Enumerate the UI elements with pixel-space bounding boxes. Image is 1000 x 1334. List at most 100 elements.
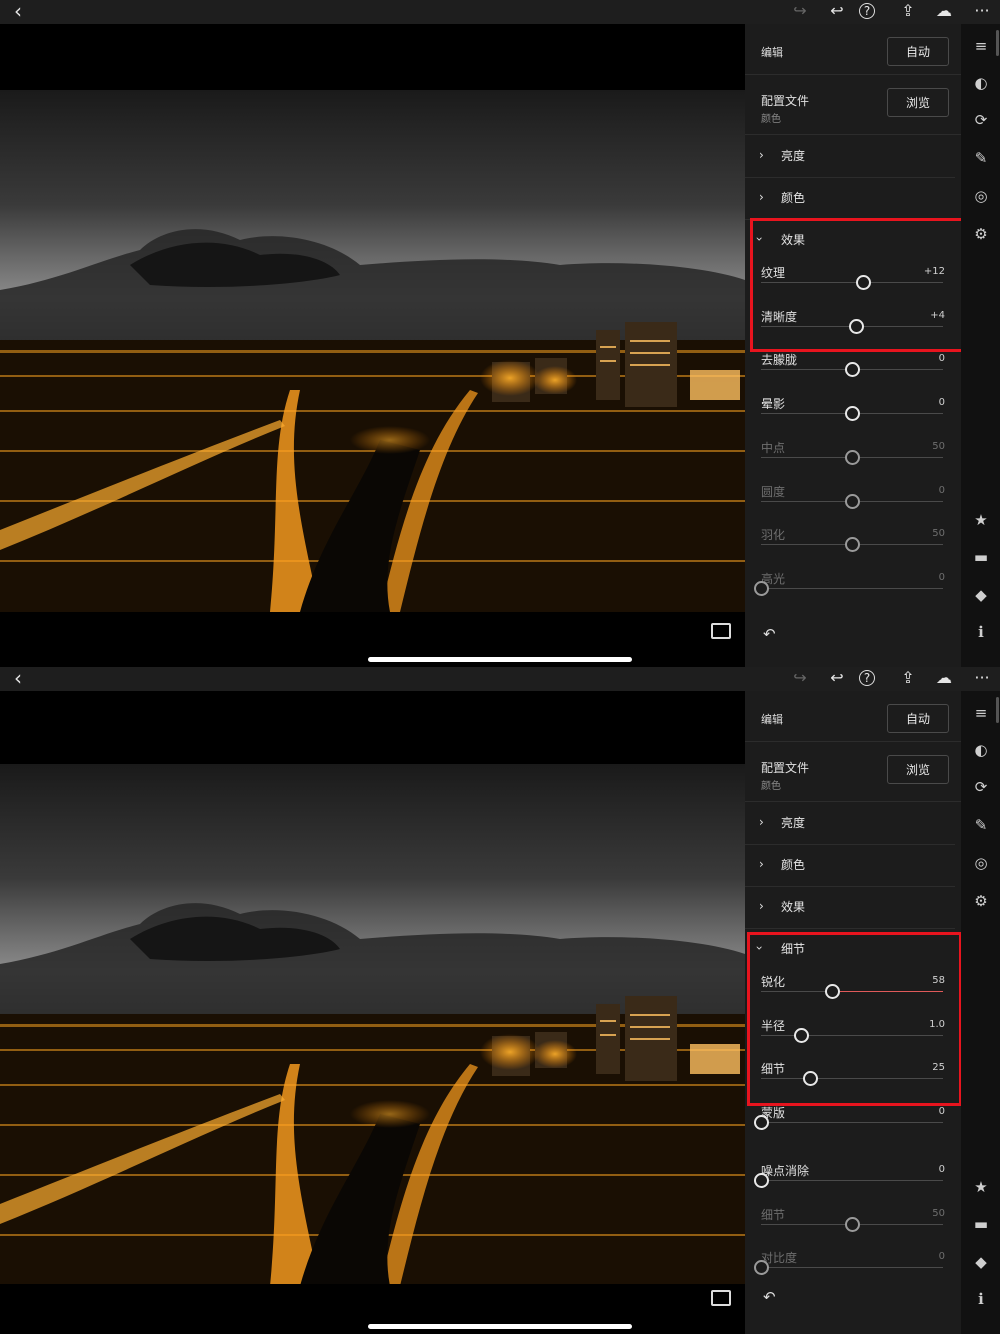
slider-thumb[interactable]	[754, 580, 769, 596]
redo-icon[interactable]: ↪	[788, 1, 812, 21]
slider-row: 噪点消除 0	[745, 1162, 961, 1206]
cloud-sync-icon[interactable]: ☁	[932, 668, 956, 688]
slider-thumb[interactable]	[845, 362, 860, 378]
screen-detail: ‹ ↪ ↩ ? ⇪ ☁ ··· 编辑 自动 配置文件 颜色 浏览 › 亮度 › …	[0, 667, 1000, 1334]
slider-track[interactable]	[761, 1216, 943, 1232]
slider-track[interactable]	[754, 1115, 943, 1131]
slider-thumb[interactable]	[845, 406, 860, 422]
slider-track[interactable]	[761, 493, 943, 509]
back-icon[interactable]: ‹	[6, 668, 30, 688]
slider-track[interactable]	[761, 537, 943, 553]
more-icon[interactable]: ···	[970, 1, 994, 21]
profile-row[interactable]: 配置文件 颜色 浏览	[745, 742, 961, 802]
tag-icon[interactable]: ◆	[971, 585, 991, 605]
auto-button[interactable]: 自动	[887, 704, 949, 733]
slider-label: 中点	[761, 440, 786, 455]
chevron-right-icon: ›	[759, 190, 764, 204]
compare-icon[interactable]	[711, 623, 731, 639]
chevron-right-icon: ›	[759, 899, 764, 913]
photo-canvas[interactable]	[0, 691, 745, 1334]
adjust-icon[interactable]: ≡	[971, 36, 991, 56]
slider-track[interactable]	[761, 362, 943, 378]
presets-icon[interactable]: ◐	[971, 73, 991, 93]
info-icon[interactable]: ℹ	[971, 622, 991, 642]
home-indicator	[368, 1324, 632, 1329]
slider-track[interactable]	[754, 1260, 943, 1276]
tag-icon[interactable]: ◆	[971, 1252, 991, 1272]
comment-icon[interactable]: ▬	[971, 547, 991, 567]
slider-thumb[interactable]	[754, 1172, 769, 1188]
slider-value[interactable]: 50	[932, 1208, 945, 1219]
slider-thumb[interactable]	[845, 449, 860, 465]
compare-icon[interactable]	[711, 1290, 731, 1306]
more-icon[interactable]: ···	[970, 668, 994, 688]
profile-value: 颜色	[761, 114, 781, 125]
chevron-right-icon: ›	[759, 815, 764, 829]
info-icon[interactable]: ℹ	[971, 1289, 991, 1309]
undo-icon[interactable]: ↩	[825, 668, 849, 688]
slider-value[interactable]: 0	[939, 397, 945, 408]
presets-icon[interactable]: ◐	[971, 740, 991, 760]
cloud-sync-icon[interactable]: ☁	[932, 1, 956, 21]
profile-label: 配置文件	[761, 94, 810, 108]
section-light[interactable]: › 亮度	[745, 135, 955, 178]
redo-icon[interactable]: ↪	[788, 668, 812, 688]
browse-button[interactable]: 浏览	[887, 88, 949, 117]
section-effects-label: 效果	[781, 900, 806, 914]
slider-row: 去朦胧 0	[745, 351, 961, 395]
rail-scrollbar[interactable]	[996, 697, 999, 723]
slider-thumb[interactable]	[845, 1216, 860, 1232]
reset-icon[interactable]: ↶	[763, 1288, 776, 1306]
slider-value[interactable]: 50	[932, 441, 945, 452]
slider-track[interactable]	[761, 406, 943, 422]
reset-icon[interactable]: ↶	[763, 625, 776, 643]
edit-label: 编辑	[761, 46, 783, 59]
share-icon[interactable]: ⇪	[896, 1, 920, 21]
back-icon[interactable]: ‹	[6, 1, 30, 21]
slider-track[interactable]	[754, 1172, 943, 1188]
rating-icon[interactable]: ★	[971, 1177, 991, 1197]
slider-value[interactable]: 0	[939, 1106, 945, 1117]
healing-icon[interactable]: ✎	[971, 148, 991, 168]
section-effects[interactable]: › 效果	[745, 886, 955, 929]
section-light[interactable]: › 亮度	[745, 802, 955, 845]
auto-button[interactable]: 自动	[887, 37, 949, 66]
slider-value[interactable]: 50	[932, 528, 945, 539]
browse-button[interactable]: 浏览	[887, 755, 949, 784]
healing-icon[interactable]: ✎	[971, 815, 991, 835]
undo-icon[interactable]: ↩	[825, 1, 849, 21]
slider-label: 羽化	[761, 528, 786, 543]
help-icon[interactable]: ?	[859, 3, 875, 19]
crop-icon[interactable]: ⟳	[971, 777, 991, 797]
rating-icon[interactable]: ★	[971, 510, 991, 530]
slider-label: 晕影	[761, 397, 786, 412]
comment-icon[interactable]: ▬	[971, 1214, 991, 1234]
section-color[interactable]: › 颜色	[745, 844, 955, 887]
slider-label: 去朦胧	[761, 353, 798, 368]
slider-thumb[interactable]	[754, 1260, 769, 1276]
slider-thumb[interactable]	[754, 1115, 769, 1131]
crop-icon[interactable]: ⟳	[971, 110, 991, 130]
section-color[interactable]: › 颜色	[745, 177, 955, 220]
help-icon[interactable]: ?	[859, 670, 875, 686]
photo-canvas[interactable]	[0, 24, 745, 667]
slider-value[interactable]: 0	[939, 485, 945, 496]
slider-value[interactable]: 0	[939, 353, 945, 364]
share-icon[interactable]: ⇪	[896, 668, 920, 688]
section-color-label: 颜色	[781, 191, 806, 205]
masking-icon[interactable]: ◎	[971, 186, 991, 206]
masking-icon[interactable]: ◎	[971, 853, 991, 873]
slider-track[interactable]	[761, 449, 943, 465]
adjust-icon[interactable]: ≡	[971, 703, 991, 723]
slider-value[interactable]: 0	[939, 1164, 945, 1175]
slider-value[interactable]: 0	[939, 1251, 945, 1262]
profile-row[interactable]: 配置文件 颜色 浏览	[745, 75, 961, 135]
slider-track[interactable]	[754, 580, 943, 596]
slider-thumb[interactable]	[845, 537, 860, 553]
versions-icon[interactable]: ⚙	[971, 224, 991, 244]
slider-value[interactable]: 0	[939, 572, 945, 583]
chevron-right-icon: ›	[759, 148, 764, 162]
rail-scrollbar[interactable]	[996, 30, 999, 56]
slider-thumb[interactable]	[845, 493, 860, 509]
versions-icon[interactable]: ⚙	[971, 891, 991, 911]
